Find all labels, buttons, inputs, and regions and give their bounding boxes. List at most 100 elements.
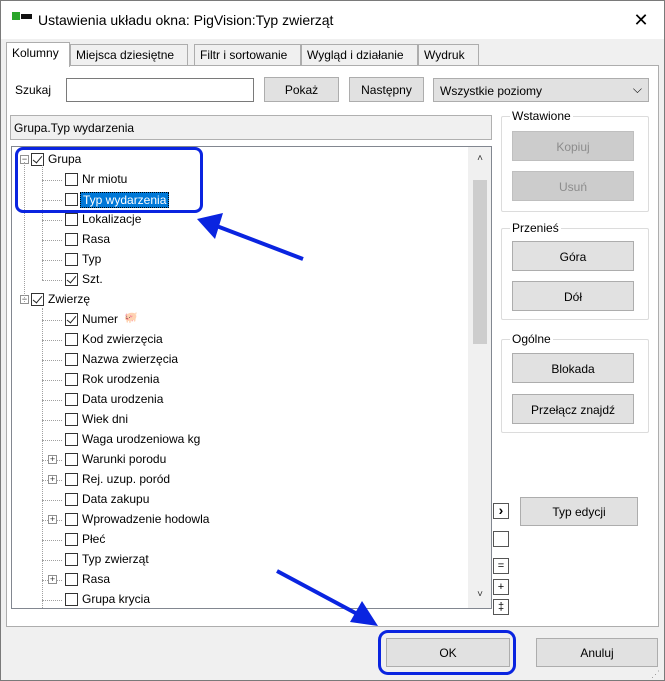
level-select[interactable]: Wszystkie poziomy ⌵ bbox=[433, 78, 649, 102]
tree-row[interactable]: Grupa krycia bbox=[12, 590, 462, 608]
tree-row[interactable]: Wiek dni bbox=[12, 410, 462, 430]
tree-row[interactable]: − Zwierzę bbox=[12, 290, 462, 310]
tree-connector bbox=[42, 360, 62, 361]
app-icon bbox=[12, 12, 32, 20]
tree-connector bbox=[42, 560, 62, 561]
tree-row[interactable]: Typ bbox=[12, 250, 462, 270]
expand-icon[interactable]: + bbox=[48, 575, 57, 584]
tree-row[interactable]: Szt. bbox=[12, 270, 462, 290]
toggle-find-button[interactable]: Przełącz znajdź bbox=[512, 394, 634, 424]
tree-row[interactable]: Typ zwierząt bbox=[12, 550, 462, 570]
tree-checkbox[interactable] bbox=[65, 473, 78, 486]
tree-row[interactable]: Kod zwierzęcia bbox=[12, 330, 462, 350]
tree-connector bbox=[42, 260, 62, 261]
tree-guide bbox=[42, 308, 43, 608]
tree-row[interactable]: + Warunki porodu bbox=[12, 450, 462, 470]
tree-row[interactable]: + Rasa bbox=[12, 570, 462, 590]
tree-connector bbox=[42, 380, 62, 381]
tab-wydruk[interactable]: Wydruk bbox=[418, 44, 479, 66]
tree-checkbox[interactable] bbox=[65, 573, 78, 586]
arrow-right-icon[interactable]: › bbox=[493, 503, 509, 519]
plus-button[interactable]: + bbox=[493, 579, 509, 595]
tree-item-label: Typ zwierząt bbox=[82, 552, 149, 566]
group-inserted-title: Wstawione bbox=[510, 109, 573, 123]
tab-filtr-sortowanie[interactable]: Filtr i sortowanie bbox=[194, 44, 301, 66]
tree-row[interactable]: Rok urodzenia bbox=[12, 370, 462, 390]
lock-button[interactable]: Blokada bbox=[512, 353, 634, 383]
tree-item-label: Rasa bbox=[82, 572, 111, 586]
tree-row[interactable]: Waga urodzeniowa kg bbox=[12, 430, 462, 450]
tree-scrollbar[interactable]: ˄ ˅ bbox=[468, 147, 491, 608]
tree-checkbox[interactable] bbox=[65, 553, 78, 566]
scroll-down-icon[interactable]: ˅ bbox=[468, 589, 491, 600]
tree-connector bbox=[42, 500, 62, 501]
tab-wyglad-dzialanie[interactable]: Wygląd i działanie bbox=[301, 44, 418, 66]
equals-button[interactable]: = bbox=[493, 558, 509, 574]
expand-icon[interactable]: + bbox=[48, 515, 57, 524]
tree-row[interactable]: Nazwa zwierzęcia bbox=[12, 350, 462, 370]
tree-row[interactable]: Data urodzenia bbox=[12, 390, 462, 410]
tree-item-label: Wprowadzenie hodowla bbox=[82, 512, 210, 526]
tree-item-label: Grupa krycia bbox=[82, 592, 151, 606]
tree-checkbox[interactable] bbox=[65, 373, 78, 386]
tree-checkbox[interactable] bbox=[65, 353, 78, 366]
scroll-thumb[interactable] bbox=[473, 180, 487, 344]
move-down-button[interactable]: Dół bbox=[512, 281, 634, 311]
show-button[interactable]: Pokaż bbox=[264, 77, 339, 102]
tree-checkbox[interactable] bbox=[65, 213, 78, 226]
tree-connector bbox=[42, 240, 62, 241]
double-dagger-button[interactable]: ‡ bbox=[493, 599, 509, 615]
tree-row[interactable]: Numer 🐖 bbox=[12, 310, 462, 330]
tree-item-label: Data zakupu bbox=[82, 492, 150, 506]
tree-checkbox[interactable] bbox=[65, 433, 78, 446]
tree-item-label: Rasa bbox=[82, 232, 111, 246]
tree-checkbox[interactable] bbox=[65, 313, 78, 326]
tree-checkbox[interactable] bbox=[65, 333, 78, 346]
tree-checkbox[interactable] bbox=[65, 493, 78, 506]
window-title: Ustawienia układu okna: PigVision:Typ zw… bbox=[38, 12, 334, 28]
annotation-highlight-box bbox=[15, 147, 203, 213]
tree-row[interactable]: + Rej. uzup. poród bbox=[12, 470, 462, 490]
tree-checkbox[interactable] bbox=[65, 393, 78, 406]
tree-item-label: Szt. bbox=[82, 272, 103, 286]
group-move-title: Przenieś bbox=[510, 221, 561, 235]
tree-row[interactable]: Płeć bbox=[12, 530, 462, 550]
tree-row[interactable]: Data zakupu bbox=[12, 490, 462, 510]
scroll-up-icon[interactable]: ˄ bbox=[468, 153, 491, 164]
remove-button[interactable]: Usuń bbox=[512, 171, 634, 201]
tree-connector bbox=[42, 280, 62, 281]
tree-item-label: Warunki porodu bbox=[82, 452, 167, 466]
tree-row[interactable]: Lokalizacje bbox=[12, 210, 462, 230]
column-tree[interactable]: ˄ ˅ − Grupa Nr miotu Typ wydarzenia Lokaliza… bbox=[11, 146, 492, 609]
expand-icon[interactable]: + bbox=[48, 475, 57, 484]
tree-item-label: Kod zwierzęcia bbox=[82, 332, 163, 346]
search-input[interactable] bbox=[66, 78, 254, 102]
next-button[interactable]: Następny bbox=[349, 77, 424, 102]
copy-button[interactable]: Kopiuj bbox=[512, 131, 634, 161]
dialog-window: Ustawienia układu okna: PigVision:Typ zw… bbox=[0, 0, 665, 681]
empty-box-button[interactable] bbox=[493, 531, 509, 547]
cancel-button[interactable]: Anuluj bbox=[536, 638, 658, 667]
move-up-button[interactable]: Góra bbox=[512, 241, 634, 271]
tree-checkbox[interactable] bbox=[65, 513, 78, 526]
tree-checkbox[interactable] bbox=[65, 453, 78, 466]
pig-icon: 🐖 bbox=[124, 312, 138, 324]
tree-item-label: Wiek dni bbox=[82, 412, 129, 426]
expand-icon[interactable]: + bbox=[48, 455, 57, 464]
tree-checkbox[interactable] bbox=[65, 273, 78, 286]
tree-checkbox[interactable] bbox=[31, 293, 44, 306]
edit-type-button[interactable]: Typ edycji bbox=[520, 497, 638, 526]
tree-row[interactable]: + Wprowadzenie hodowla bbox=[12, 510, 462, 530]
resize-grip-icon[interactable]: ⋰ bbox=[651, 669, 660, 680]
tree-connector bbox=[42, 420, 62, 421]
tab-kolumny[interactable]: Kolumny bbox=[6, 42, 70, 67]
tree-checkbox[interactable] bbox=[65, 533, 78, 546]
tree-checkbox[interactable] bbox=[65, 413, 78, 426]
tree-checkbox[interactable] bbox=[65, 593, 78, 606]
search-label: Szukaj bbox=[15, 83, 52, 97]
tree-checkbox[interactable] bbox=[65, 233, 78, 246]
tree-row[interactable]: Rasa bbox=[12, 230, 462, 250]
close-icon[interactable]: ✕ bbox=[621, 5, 661, 35]
tree-checkbox[interactable] bbox=[65, 253, 78, 266]
tab-miejsca-dziesietne[interactable]: Miejsca dziesiętne bbox=[70, 44, 188, 66]
